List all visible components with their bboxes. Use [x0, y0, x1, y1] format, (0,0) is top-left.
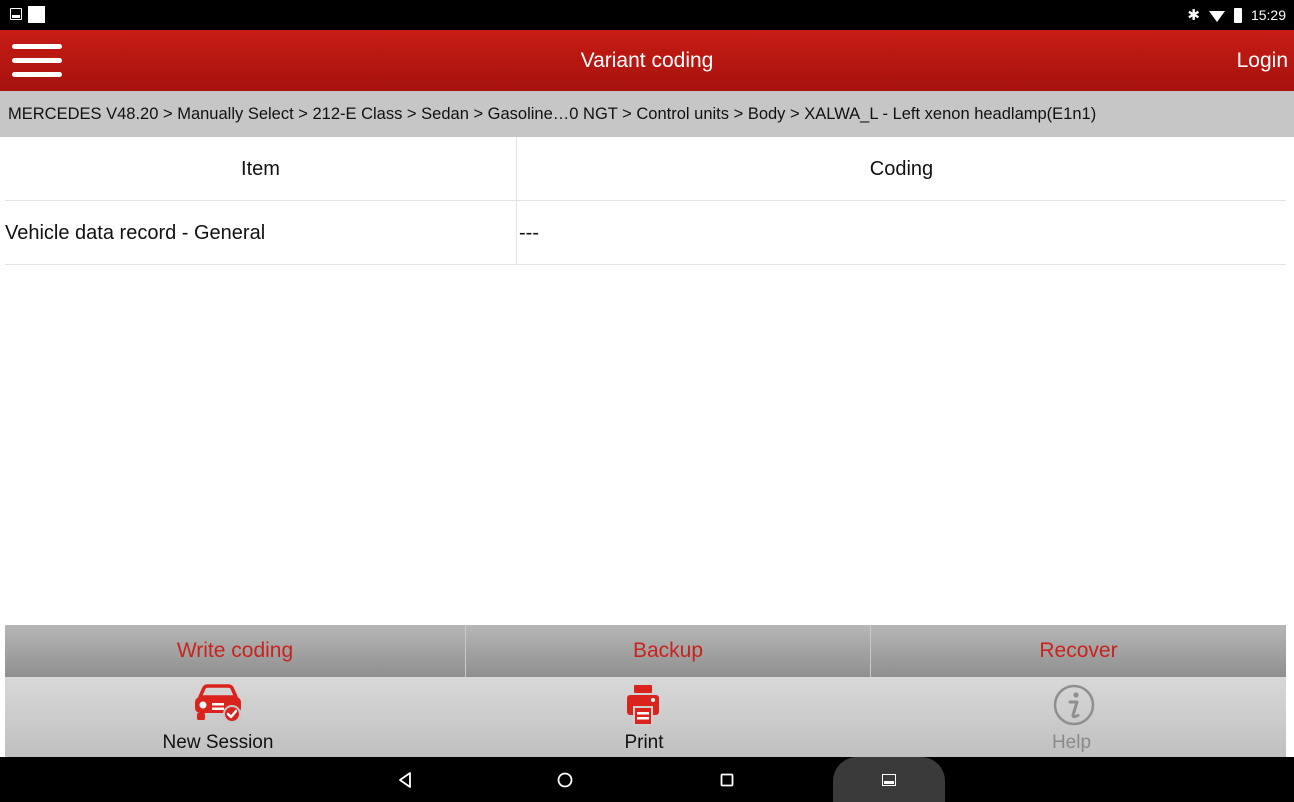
info-icon: [1053, 684, 1095, 726]
new-session-button[interactable]: New Session: [5, 677, 431, 757]
write-coding-button[interactable]: Write coding: [5, 625, 466, 677]
system-nav-bar: [0, 757, 1294, 802]
home-icon[interactable]: [545, 757, 585, 802]
screenshot-shortcut-button[interactable]: [833, 757, 945, 802]
bottom-toolbar: New Session Print Help: [5, 677, 1286, 757]
clock: 15:29: [1250, 7, 1286, 23]
print-label: Print: [624, 732, 664, 753]
car-check-icon: [195, 684, 241, 723]
gallery-icon: [882, 773, 896, 786]
column-header-coding: Coding: [869, 158, 934, 180]
battery-icon: [1233, 7, 1242, 23]
breadcrumb: MERCEDES V48.20 > Manually Select > 212-…: [0, 91, 1294, 137]
bluetooth-icon: ✱: [1187, 6, 1200, 24]
status-indicators: ✱ 15:29: [1187, 0, 1286, 30]
printer-icon: [627, 685, 659, 726]
print-button[interactable]: Print: [431, 677, 857, 757]
help-label: Help: [1051, 732, 1092, 753]
backup-button[interactable]: Backup: [466, 625, 871, 677]
row-item-cell: Vehicle data record - General: [5, 201, 517, 265]
table-row[interactable]: Vehicle data record - General ---: [5, 201, 1286, 265]
help-button[interactable]: Help: [857, 677, 1286, 757]
back-icon[interactable]: [385, 757, 425, 802]
row-coding-cell[interactable]: ---: [517, 201, 1286, 265]
table-header-row: Item Coding: [5, 137, 1286, 201]
wifi-icon: [1208, 10, 1225, 22]
coding-table: Item Coding Vehicle data record - Genera…: [5, 137, 1286, 265]
login-button[interactable]: Login: [1237, 30, 1288, 91]
column-header-item: Item: [5, 137, 517, 201]
new-session-label: New Session: [162, 732, 274, 753]
app-header: Variant coding Login: [0, 30, 1294, 91]
action-bar: Write coding Backup Recover: [5, 625, 1286, 677]
status-bar: ✱ 15:29: [0, 0, 1294, 30]
gallery-notification-icon: [10, 8, 22, 20]
recent-apps-icon[interactable]: [707, 757, 747, 802]
notification-square-icon: [28, 6, 45, 23]
hamburger-menu-icon[interactable]: [12, 42, 62, 80]
recover-button[interactable]: Recover: [871, 625, 1286, 677]
page-title: Variant coding: [580, 49, 714, 72]
